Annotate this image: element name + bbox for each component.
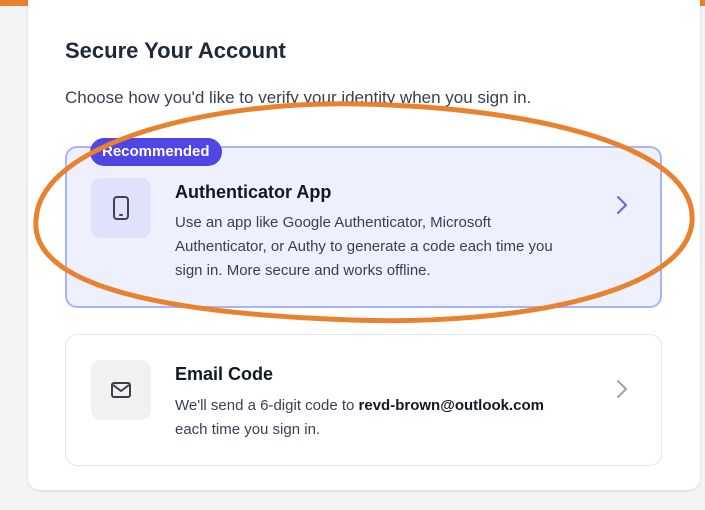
authenticator-app-title: Authenticator App (175, 182, 332, 202)
recommended-badge: Recommended (90, 138, 222, 166)
email-address: revd-brown@outlook.com (358, 397, 544, 414)
email-desc-prefix: We'll send a 6-digit code to (175, 397, 359, 414)
smartphone-icon (113, 196, 129, 220)
page-title: Secure Your Account (65, 38, 286, 63)
email-icon-tile (91, 360, 151, 420)
mail-icon (111, 382, 131, 398)
page-subtitle: Choose how you'd like to verify your ide… (65, 88, 532, 107)
email-code-description: We'll send a 6-digit code to revd-brown@… (175, 394, 575, 442)
email-desc-suffix: each time you sign in. (175, 421, 321, 438)
chevron-right-icon[interactable] (612, 376, 632, 402)
email-code-title: Email Code (175, 364, 274, 384)
authenticator-icon-tile (91, 178, 151, 238)
chevron-right-icon[interactable] (612, 192, 632, 218)
authenticator-app-description: Use an app like Google Authenticator, Mi… (175, 214, 553, 279)
